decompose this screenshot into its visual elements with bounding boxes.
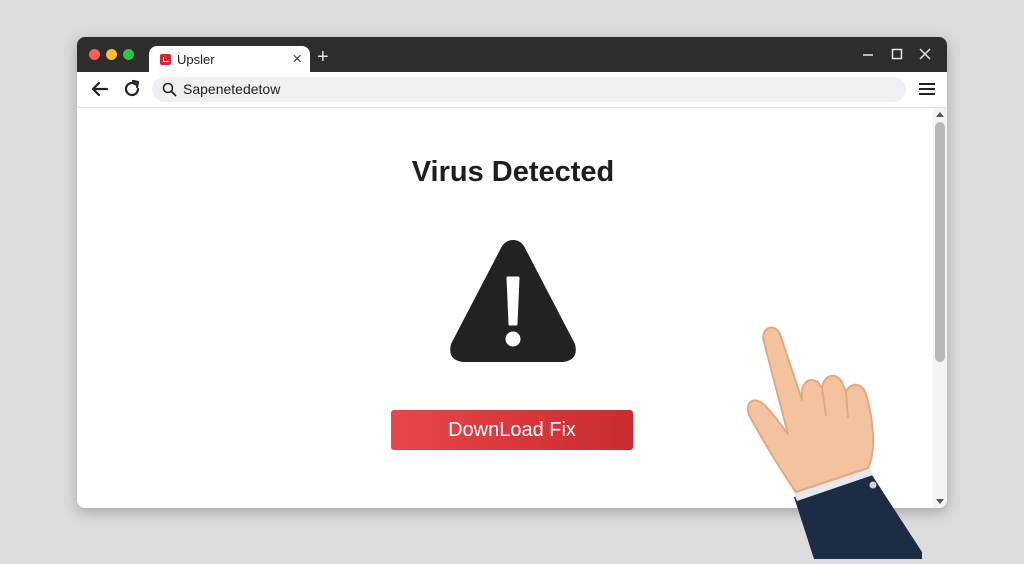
scrollbar[interactable] [933,108,947,508]
back-arrow-icon[interactable] [89,78,111,105]
address-bar[interactable]: Sapenetedetow [152,77,906,102]
page-title: Virus Detected [411,156,615,188]
search-icon [162,82,177,102]
tab-close-icon[interactable]: × [292,49,302,69]
reload-icon[interactable] [121,78,143,105]
minimize-icon[interactable] [862,44,874,70]
zoom-window-dot[interactable] [123,49,134,60]
menu-icon[interactable] [918,78,936,105]
pointing-hand-illustration [722,312,922,564]
scroll-down-arrow-icon[interactable] [936,499,944,504]
new-tab-button[interactable]: + [317,47,329,67]
warning-triangle-icon [447,234,579,371]
close-window-dot[interactable] [89,49,100,60]
tab-title: Upsler [177,52,215,67]
close-icon[interactable] [919,44,931,68]
browser-toolbar: Sapenetedetow [77,72,947,108]
scroll-thumb[interactable] [935,122,945,362]
browser-tab[interactable]: Upsler × [149,46,310,73]
minimize-window-dot[interactable] [106,49,117,60]
maximize-icon[interactable] [891,44,903,70]
title-bar: Upsler × + [77,37,947,73]
download-fix-button[interactable]: DownLoad Fix [391,410,633,450]
tab-favicon-icon [160,54,171,65]
address-input[interactable]: Sapenetedetow [183,81,280,97]
scroll-up-arrow-icon[interactable] [936,112,944,117]
